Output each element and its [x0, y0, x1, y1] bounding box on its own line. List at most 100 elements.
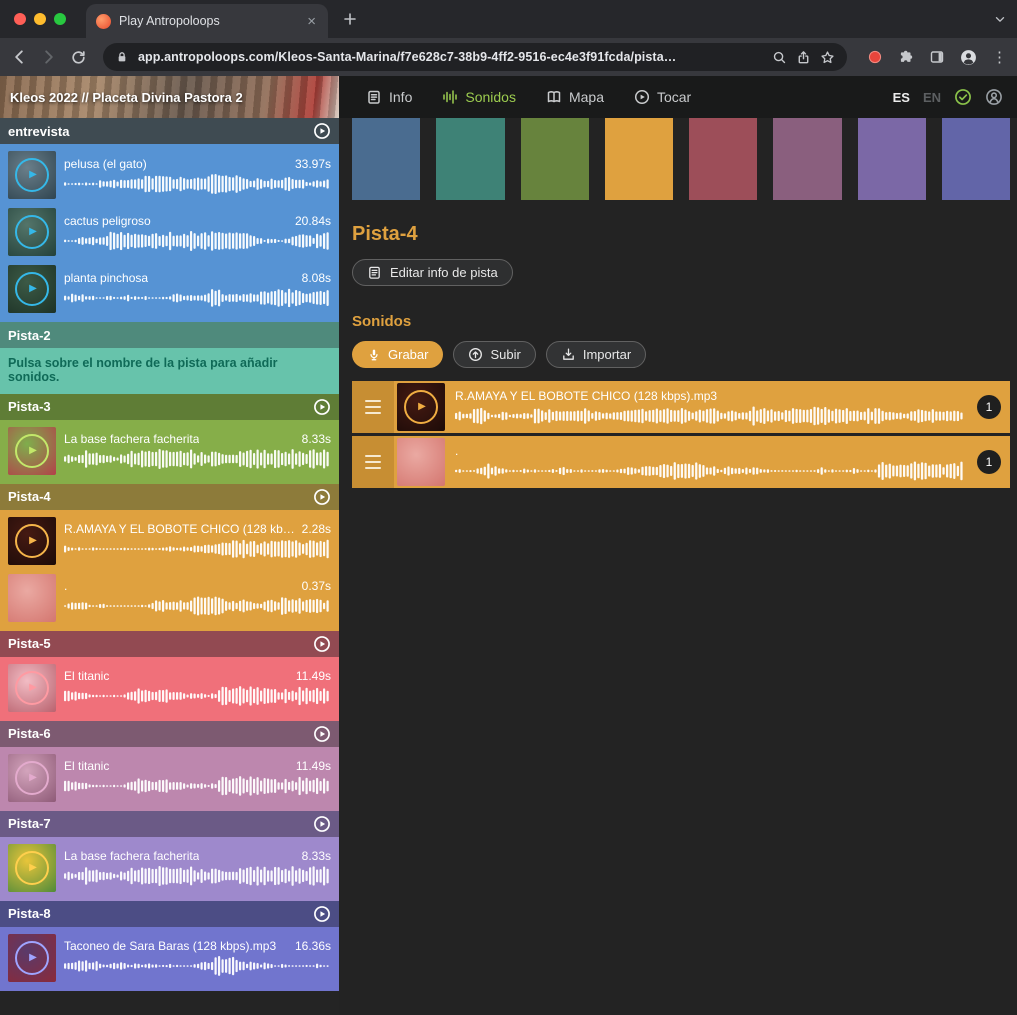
sound-thumbnail[interactable]	[8, 574, 56, 622]
waveform	[64, 596, 331, 616]
track-play-button[interactable]	[313, 635, 331, 653]
sound-waveform	[64, 776, 331, 796]
tab-close-icon[interactable]: ×	[305, 12, 318, 31]
track-swatch-1[interactable]	[352, 118, 420, 200]
account-button[interactable]	[985, 88, 1003, 106]
sidebar-sound-item[interactable]: ▶R.AMAYA Y EL BOBOTE CHICO (128 kbps)….2…	[8, 512, 331, 569]
upload-button[interactable]: Subir	[453, 341, 535, 368]
sound-thumbnail[interactable]: ▶	[397, 383, 445, 431]
track-name[interactable]: Pista-2	[8, 328, 331, 343]
lang-en-button[interactable]: EN	[923, 90, 941, 105]
sound-waveform	[64, 866, 331, 886]
side-panel-icon[interactable]	[929, 49, 945, 65]
sound-row-content: R.AMAYA Y EL BOBOTE CHICO (128 kbps).mp3	[445, 386, 977, 428]
zoom-icon[interactable]	[772, 50, 787, 65]
lang-es-button[interactable]: ES	[893, 90, 910, 105]
sidebar-sound-item[interactable]: ▶pelusa (el gato)33.97s	[8, 146, 331, 203]
sound-thumbnail[interactable]	[397, 438, 445, 486]
sidebar-sound-item[interactable]: ▶cactus peligroso20.84s	[8, 203, 331, 260]
record-button[interactable]: Grabar	[352, 341, 443, 368]
track-swatch-6[interactable]	[773, 118, 841, 200]
track-play-button[interactable]	[313, 905, 331, 923]
track-sound-row[interactable]: .1	[352, 436, 1010, 488]
profile-avatar-icon[interactable]	[960, 49, 977, 66]
play-ring-icon: ▶	[15, 671, 49, 705]
track-header[interactable]: Pista-3	[0, 394, 339, 420]
browser-menu-icon[interactable]: ⋮	[992, 50, 1007, 65]
fullscreen-window-button[interactable]	[54, 13, 66, 25]
track-swatch-5[interactable]	[689, 118, 757, 200]
sound-thumbnail[interactable]: ▶	[8, 664, 56, 712]
sidebar-sound-item[interactable]: ▶planta pinchosa8.08s	[8, 260, 331, 317]
project-cover-photo[interactable]: Kleos 2022 // Placeta Divina Pastora 2	[0, 76, 339, 118]
track-play-button[interactable]	[313, 815, 331, 833]
close-window-button[interactable]	[14, 13, 26, 25]
track-name[interactable]: entrevista	[8, 124, 313, 139]
track-header[interactable]: Pista-6	[0, 721, 339, 747]
track-play-button[interactable]	[313, 725, 331, 743]
track-name[interactable]: Pista-7	[8, 816, 313, 831]
track-header[interactable]: Pista-5	[0, 631, 339, 657]
sidebar-sound-item[interactable]: ▶Taconeo de Sara Baras (128 kbps).mp316.…	[8, 929, 331, 986]
track-header[interactable]: Pista-2	[0, 322, 339, 348]
new-tab-button[interactable]	[342, 11, 358, 27]
play-circle-icon	[313, 725, 331, 743]
track-swatch-8[interactable]	[942, 118, 1010, 200]
sound-thumbnail[interactable]: ▶	[8, 151, 56, 199]
track-header[interactable]: entrevista	[0, 118, 339, 144]
track-detail-panel: Pista-4 Editar info de pista Sonidos Gra…	[339, 118, 1017, 1015]
track-sound-row[interactable]: ▶R.AMAYA Y EL BOBOTE CHICO (128 kbps).mp…	[352, 381, 1010, 433]
sound-thumbnail[interactable]: ▶	[8, 265, 56, 313]
nav-tocar[interactable]: Tocar	[623, 83, 702, 111]
share-icon[interactable]	[796, 50, 811, 65]
sound-thumbnail[interactable]: ▶	[8, 844, 56, 892]
sidebar-sound-item[interactable]: ▶La base fachera facherita8.33s	[8, 422, 331, 479]
forward-button[interactable]	[40, 48, 58, 66]
sidebar-sound-item[interactable]: .0.37s	[8, 569, 331, 626]
back-button[interactable]	[10, 48, 28, 66]
sound-thumbnail[interactable]: ▶	[8, 427, 56, 475]
sidebar-sound-item[interactable]: ▶El titanic11.49s	[8, 659, 331, 716]
bookmark-star-icon[interactable]	[820, 50, 835, 65]
sound-meta: cactus peligroso20.84s	[64, 214, 331, 251]
track-name[interactable]: Pista-5	[8, 636, 313, 651]
track-name[interactable]: Pista-4	[8, 489, 313, 504]
sound-thumbnail[interactable]: ▶	[8, 517, 56, 565]
edit-track-info-button[interactable]: Editar info de pista	[352, 259, 513, 286]
sidebar-sound-item[interactable]: ▶La base fachera facherita8.33s	[8, 839, 331, 896]
address-bar[interactable]: app.antropoloops.com/Kleos-Santa-Marina/…	[103, 43, 847, 71]
drag-handle[interactable]	[352, 381, 394, 433]
plus-icon	[342, 11, 358, 27]
sound-thumbnail[interactable]: ▶	[8, 754, 56, 802]
drag-handle[interactable]	[352, 436, 394, 488]
track-name[interactable]: Pista-6	[8, 726, 313, 741]
saved-check-button[interactable]	[954, 88, 972, 106]
import-button[interactable]: Importar	[546, 341, 646, 368]
nav-mapa[interactable]: Mapa	[535, 83, 615, 111]
track-swatch-7[interactable]	[858, 118, 926, 200]
extensions-puzzle-icon[interactable]	[898, 49, 914, 65]
reload-button[interactable]	[70, 49, 87, 66]
nav-sonidos[interactable]: Sonidos	[431, 83, 527, 111]
minimize-window-button[interactable]	[34, 13, 46, 25]
track-swatch-2[interactable]	[436, 118, 504, 200]
track-header[interactable]: Pista-4	[0, 484, 339, 510]
track-play-button[interactable]	[313, 488, 331, 506]
track-swatch-4[interactable]	[605, 118, 673, 200]
track-header[interactable]: Pista-7	[0, 811, 339, 837]
nav-info[interactable]: Info	[355, 83, 423, 111]
browser-tab[interactable]: Play Antropoloops ×	[86, 4, 328, 38]
tab-search-button[interactable]	[993, 12, 1007, 26]
track-swatch-3[interactable]	[521, 118, 589, 200]
sound-thumbnail[interactable]: ▶	[8, 934, 56, 982]
track-header[interactable]: Pista-8	[0, 901, 339, 927]
sound-thumbnail[interactable]: ▶	[8, 208, 56, 256]
track-play-button[interactable]	[313, 122, 331, 140]
track-name[interactable]: Pista-8	[8, 906, 313, 921]
sound-name: R.AMAYA Y EL BOBOTE CHICO (128 kbps)….	[64, 522, 296, 536]
track-play-button[interactable]	[313, 398, 331, 416]
sound-count-badge: 1	[977, 450, 1001, 474]
track-name[interactable]: Pista-3	[8, 399, 313, 414]
sidebar-sound-item[interactable]: ▶El titanic11.49s	[8, 749, 331, 806]
recording-extension-icon[interactable]	[867, 49, 883, 65]
